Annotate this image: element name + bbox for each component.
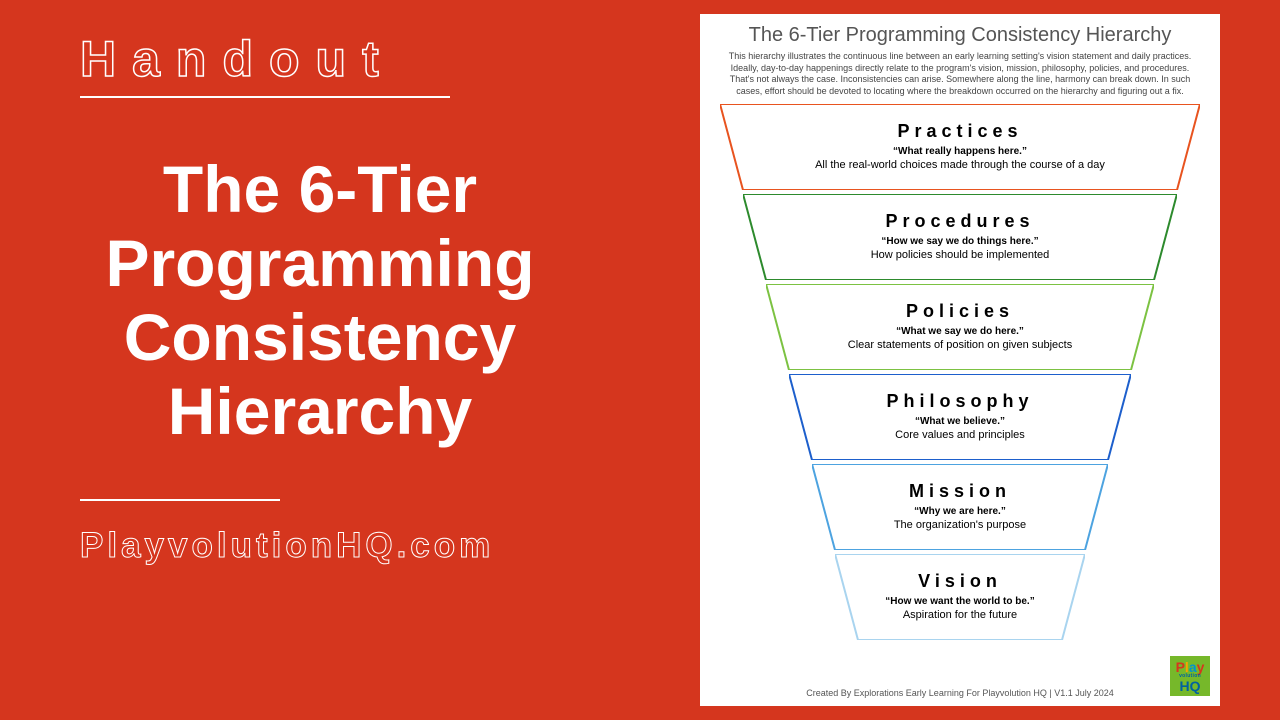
tier-desc: Clear statements of position on given su… [766, 339, 1154, 351]
logo-brand-top: Play [1176, 660, 1205, 674]
tier-desc: All the real-world choices made through … [720, 159, 1200, 171]
tier-quote: “Why we are here.” [812, 506, 1108, 517]
tier-quote: “How we want the world to be.” [835, 596, 1085, 607]
funnel-diagram: Practices “What really happens here.” All … [714, 104, 1206, 684]
tier-quote: “What we believe.” [789, 416, 1131, 427]
tier-desc: The organization's purpose [812, 519, 1108, 531]
site-url: PlayvolutionHQ.com [80, 526, 494, 566]
tier-name: Mission [812, 481, 1108, 502]
tier-desc: Core values and principles [789, 429, 1131, 441]
tier-desc: Aspiration for the future [835, 609, 1085, 621]
tier-vision: Vision “How we want the world to be.” Aspi… [835, 554, 1085, 640]
tier-practices: Practices “What really happens here.” All … [720, 104, 1200, 190]
tier-quote: “How we say we do things here.” [743, 236, 1177, 247]
tier-policies: Policies “What we say we do here.” Clear s… [766, 284, 1154, 370]
divider-bottom [80, 499, 280, 501]
tier-name: Procedures [743, 211, 1177, 232]
tier-name: Philosophy [789, 391, 1131, 412]
tier-philosophy: Philosophy “What we believe.” Core values … [789, 374, 1131, 460]
handout-label: Handout [80, 30, 395, 88]
tier-name: Vision [835, 571, 1085, 592]
divider-top [80, 96, 450, 98]
tier-mission: Mission “Why we are here.” The organizatio… [812, 464, 1108, 550]
main-title: The 6-Tier Programming Consistency Hiera… [50, 153, 590, 449]
tier-name: Practices [720, 121, 1200, 142]
tier-name: Policies [766, 301, 1154, 322]
card-title: The 6-Tier Programming Consistency Hiera… [749, 24, 1172, 47]
logo-brand-bottom: HQ [1180, 679, 1201, 693]
document-card: The 6-Tier Programming Consistency Hiera… [700, 14, 1220, 706]
playvolution-logo: Play volution HQ [1170, 656, 1210, 696]
tier-quote: “What really happens here.” [720, 146, 1200, 157]
right-panel: The 6-Tier Programming Consistency Hiera… [640, 0, 1280, 720]
left-panel: Handout The 6-Tier Programming Consisten… [0, 0, 640, 720]
tier-quote: “What we say we do here.” [766, 326, 1154, 337]
tier-desc: How policies should be implemented [743, 249, 1177, 261]
card-footer: Created By Explorations Early Learning F… [806, 688, 1114, 698]
card-intro: This hierarchy illustrates the continuou… [714, 51, 1206, 98]
tier-procedures: Procedures “How we say we do things here.… [743, 194, 1177, 280]
